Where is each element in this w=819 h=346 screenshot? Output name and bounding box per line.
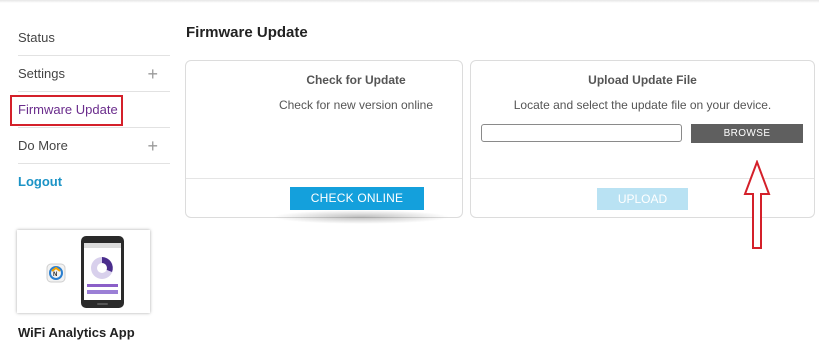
annotation-highlight-box [10,95,123,126]
browse-button[interactable]: BROWSE [691,124,803,143]
app-promo-image: N [46,236,124,308]
sidebar-item-status[interactable]: Status [18,20,170,56]
card-description: Check for new version online [278,98,434,112]
sidebar-item-label: Status [18,30,55,45]
button-shadow [272,210,450,224]
card-description: Locate and select the update file on you… [513,98,772,112]
card-title: Check for Update [306,73,406,87]
update-file-input[interactable] [481,124,682,142]
phone-icon [81,236,124,308]
card-title: Upload Update File [588,73,697,87]
sidebar-item-label: Do More [18,138,68,153]
top-border [0,0,819,3]
app-title: WiFi Analytics App [18,325,135,340]
sidebar-item-settings[interactable]: Settings + [18,56,170,92]
svg-text:N: N [53,272,57,278]
plus-icon[interactable]: + [147,128,158,164]
page-title: Firmware Update [186,24,308,41]
card-separator [186,178,462,179]
up-arrow-icon [743,160,771,249]
sidebar-item-label: Logout [18,174,63,189]
sidebar-item-do-more[interactable]: Do More + [18,128,170,164]
upload-button[interactable]: UPLOAD [597,188,688,210]
check-online-button[interactable]: CHECK ONLINE [290,187,424,210]
plus-icon[interactable]: + [147,56,158,92]
sidebar-item-label: Settings [18,66,65,81]
netgear-logo-icon: N [46,263,66,283]
app-promo-card[interactable]: N [17,230,150,313]
sidebar-item-logout[interactable]: Logout [18,164,170,200]
